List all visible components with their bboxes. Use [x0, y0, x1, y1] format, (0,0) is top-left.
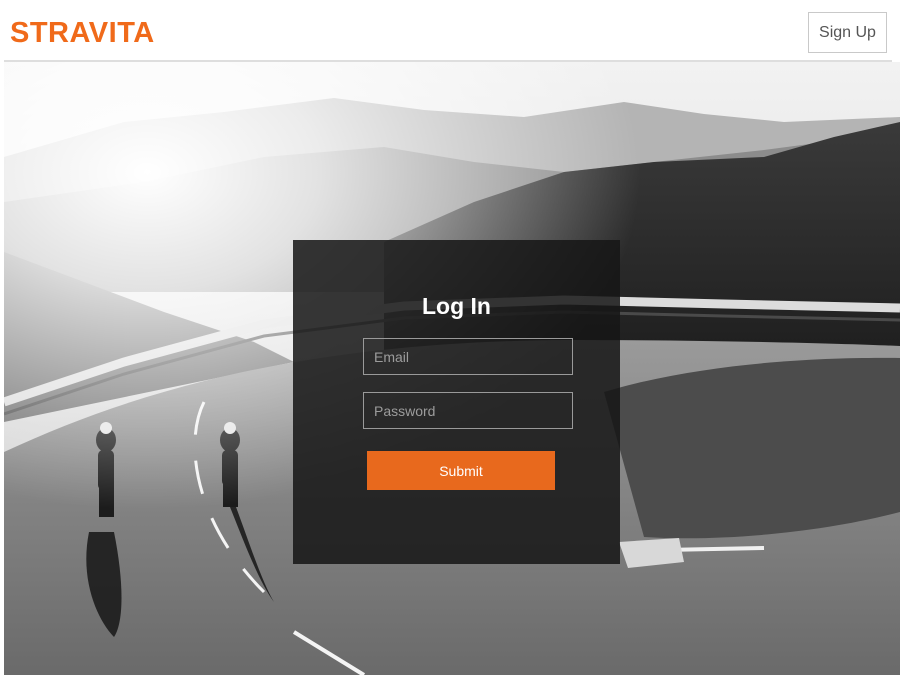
submit-button[interactable]: Submit: [367, 451, 555, 490]
email-field[interactable]: [363, 338, 573, 375]
sign-up-button[interactable]: Sign Up: [808, 12, 887, 53]
password-field[interactable]: [363, 392, 573, 429]
stravita-logo[interactable]: STRAVITA: [10, 17, 155, 50]
login-panel: Log In Submit: [293, 240, 620, 564]
top-header: STRAVITA Sign Up: [0, 0, 900, 61]
login-title: Log In: [422, 293, 491, 319]
